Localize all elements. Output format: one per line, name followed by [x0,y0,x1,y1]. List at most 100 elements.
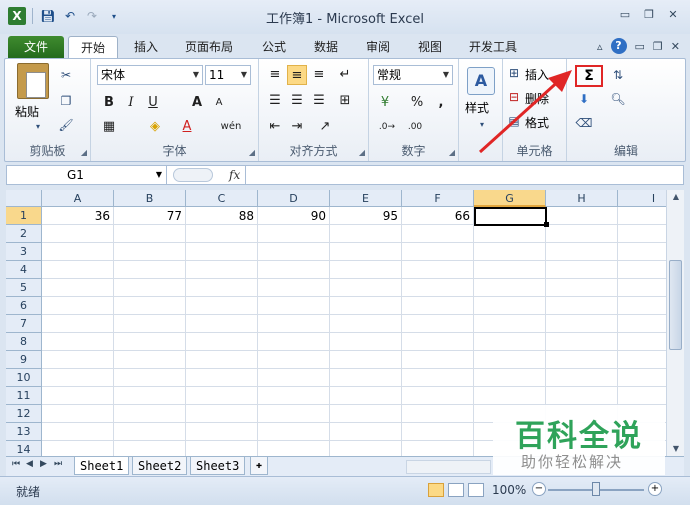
cell-e3[interactable] [330,243,402,261]
tab-insert[interactable]: 插入 [124,36,168,58]
cell-d4[interactable] [258,261,330,279]
currency-icon[interactable]: ¥ [375,93,395,113]
cell-c12[interactable] [186,405,258,423]
row-header-12[interactable]: 12 [6,405,42,423]
fill-color-icon[interactable]: ◈ [145,117,165,137]
cell-i9[interactable] [618,351,666,369]
cell-i7[interactable] [618,315,666,333]
tab-file[interactable]: 文件 [8,36,64,58]
cell-h4[interactable] [546,261,618,279]
orientation-icon[interactable]: ↗ [315,117,335,137]
cell-h7[interactable] [546,315,618,333]
column-header-i[interactable]: I [618,190,666,207]
cell-b12[interactable] [114,405,186,423]
cell-f10[interactable] [402,369,474,387]
minimize-ribbon-icon[interactable]: ▵ [597,40,603,53]
cell-i10[interactable] [618,369,666,387]
new-sheet-icon[interactable]: ✚ [250,457,269,475]
cell-c7[interactable] [186,315,258,333]
horizontal-scrollbar[interactable] [406,460,491,474]
column-header-d[interactable]: D [258,190,330,207]
cell-b13[interactable] [114,423,186,441]
cell-c4[interactable] [186,261,258,279]
cell-d13[interactable] [258,423,330,441]
cut-icon[interactable]: ✂ [57,67,75,83]
cell-a1[interactable]: 36 [42,207,114,225]
cell-c6[interactable] [186,297,258,315]
find-select-icon[interactable]: 🔍︎ [609,91,627,107]
cell-i5[interactable] [618,279,666,297]
cell-e14[interactable] [330,441,402,456]
cell-g9[interactable] [474,351,546,369]
bold-button[interactable]: B [99,93,119,113]
cell-b2[interactable] [114,225,186,243]
sheet-tab-2[interactable]: Sheet2 [132,457,188,475]
cell-b10[interactable] [114,369,186,387]
cell-d7[interactable] [258,315,330,333]
workbook-minimize-icon[interactable]: ▭ [635,40,645,53]
cell-g4[interactable] [474,261,546,279]
column-header-h[interactable]: H [546,190,618,207]
row-header-11[interactable]: 11 [6,387,42,405]
percent-button[interactable]: % [407,93,427,113]
cell-d11[interactable] [258,387,330,405]
align-top-icon[interactable]: ≡ [265,65,285,85]
cell-e10[interactable] [330,369,402,387]
cell-f5[interactable] [402,279,474,297]
cell-i2[interactable] [618,225,666,243]
paste-icon[interactable] [17,63,49,99]
cell-i11[interactable] [618,387,666,405]
cell-f14[interactable] [402,441,474,456]
column-header-e[interactable]: E [330,190,402,207]
cell-h2[interactable] [546,225,618,243]
cell-a13[interactable] [42,423,114,441]
tab-home[interactable]: 开始 [68,36,118,58]
column-header-g[interactable]: G [474,190,546,207]
column-header-b[interactable]: B [114,190,186,207]
underline-button[interactable]: U [143,93,163,113]
cell-h8[interactable] [546,333,618,351]
cell-g7[interactable] [474,315,546,333]
cell-g6[interactable] [474,297,546,315]
cell-g10[interactable] [474,369,546,387]
row-header-14[interactable]: 14 [6,441,42,456]
phonetic-button[interactable]: wén [217,117,245,137]
italic-button[interactable]: I [121,93,141,113]
grow-font-button[interactable]: A [187,93,207,113]
cell-h5[interactable] [546,279,618,297]
cell-f9[interactable] [402,351,474,369]
workbook-close-icon[interactable]: ✕ [671,40,680,53]
cell-c3[interactable] [186,243,258,261]
sort-filter-icon[interactable]: ⇅ [609,67,627,83]
insert-function-button[interactable]: fx [229,166,240,184]
tab-formulas[interactable]: 公式 [252,36,296,58]
wrap-text-icon[interactable]: ↵ [335,65,355,85]
cell-f6[interactable] [402,297,474,315]
zoom-level[interactable]: 100% [492,483,526,497]
cell-f7[interactable] [402,315,474,333]
cell-h3[interactable] [546,243,618,261]
cell-b7[interactable] [114,315,186,333]
decrease-decimal-icon[interactable]: .00 [403,117,427,137]
cell-e8[interactable] [330,333,402,351]
cell-g8[interactable] [474,333,546,351]
row-header-6[interactable]: 6 [6,297,42,315]
tab-page-layout[interactable]: 页面布局 [176,36,242,58]
cell-f3[interactable] [402,243,474,261]
cell-h6[interactable] [546,297,618,315]
font-color-button[interactable]: A [177,117,197,137]
cell-d8[interactable] [258,333,330,351]
cell-a5[interactable] [42,279,114,297]
cell-h10[interactable] [546,369,618,387]
align-middle-icon[interactable]: ≡ [287,65,307,85]
help-icon[interactable]: ? [610,38,627,54]
cell-c10[interactable] [186,369,258,387]
cell-i1[interactable] [618,207,666,225]
cell-e6[interactable] [330,297,402,315]
cell-h9[interactable] [546,351,618,369]
cell-c2[interactable] [186,225,258,243]
row-header-1[interactable]: 1 [6,207,42,225]
cell-g11[interactable] [474,387,546,405]
merge-center-icon[interactable]: ⊞ [335,91,355,111]
copy-icon[interactable]: ❐ [57,93,75,109]
